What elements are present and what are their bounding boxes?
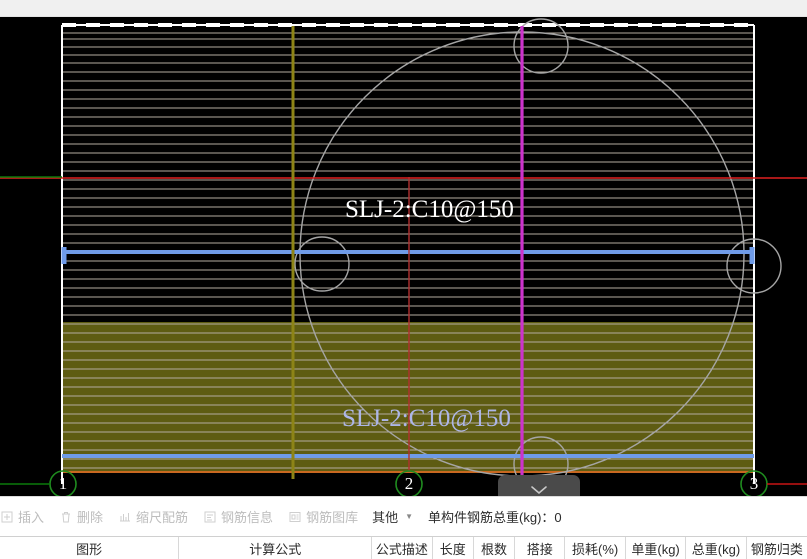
axis-marker-2: 2 [395, 470, 423, 496]
toolbar-delete-button[interactable]: 删除 [51, 497, 110, 537]
toolbar-insert-label: 插入 [18, 510, 45, 525]
column-header-formula[interactable]: 计算公式 [179, 537, 373, 559]
column-header-count[interactable]: 根数 [474, 537, 516, 559]
scale-rebar-icon [117, 509, 132, 524]
toolbar-other-label: 其他 [372, 510, 399, 525]
insert-icon [0, 509, 14, 524]
svg-text:1: 1 [59, 474, 68, 493]
canvas-expand-widget[interactable] [498, 475, 580, 496]
rebar-toolbar: 插入 删除 缩尺配筋 钢筋信息 钢筋图库 其他 ▼ 单构件钢筋总重(kg)：0 [0, 496, 807, 536]
toolbar-rebar-info-button[interactable]: 钢筋信息 [195, 497, 280, 537]
column-header-graphic[interactable]: 图形 [0, 537, 180, 559]
cad-drawing: 1 2 3 SLJ-2:C10@150 SLJ-2:C10@150 [0, 18, 807, 496]
toolbar-insert-button[interactable]: 插入 [0, 497, 51, 537]
column-header-category[interactable]: 钢筋归类 [747, 537, 807, 559]
cad-drawing-canvas[interactable]: 1 2 3 SLJ-2:C10@150 SLJ-2:C10@150 [0, 17, 807, 496]
toolbar-other-menu[interactable]: 其他 ▼ [365, 497, 420, 537]
svg-text:3: 3 [750, 474, 759, 493]
component-rebar-total-weight: 单构件钢筋总重(kg)：0 [428, 510, 562, 525]
column-header-length[interactable]: 长度 [433, 537, 474, 559]
axis-marker-3: 3 [740, 470, 768, 496]
column-header-loss[interactable]: 损耗(%) [565, 537, 626, 559]
column-header-formula-desc[interactable]: 公式描述 [372, 537, 433, 559]
toolbar-scale-rebar-button[interactable]: 缩尺配筋 [110, 497, 195, 537]
toolbar-scale-rebar-label: 缩尺配筋 [136, 510, 189, 525]
rebar-table-header: 图形 计算公式 公式描述 长度 根数 搭接 损耗(%) 单重(kg) 总重(kg… [0, 536, 807, 559]
rebar-info-icon [202, 509, 217, 524]
toolbar-rebar-info-label: 钢筋信息 [221, 510, 274, 525]
toolbar-rebar-library-button[interactable]: 钢筋图库 [280, 497, 365, 537]
rebar-library-icon [287, 509, 302, 524]
top-strip [0, 0, 807, 17]
column-header-unit-weight[interactable]: 单重(kg) [626, 537, 687, 559]
top-rebar-label: SLJ-2:C10@150 [345, 196, 514, 223]
toolbar-rebar-library-label: 钢筋图库 [306, 510, 359, 525]
svg-text:2: 2 [405, 474, 414, 493]
trash-icon [58, 509, 73, 524]
application-window: 1 2 3 SLJ-2:C10@150 SLJ-2:C10@150 插入 删除 … [0, 0, 807, 559]
axis-marker-1: 1 [49, 470, 77, 496]
column-header-lap[interactable]: 搭接 [515, 537, 566, 559]
chevron-down-icon [531, 486, 547, 495]
column-header-total-weight[interactable]: 总重(kg) [686, 537, 747, 559]
bottom-rebar-label: SLJ-2:C10@150 [342, 405, 511, 432]
toolbar-delete-label: 删除 [77, 510, 104, 525]
chevron-down-icon: ▼ [405, 512, 414, 521]
